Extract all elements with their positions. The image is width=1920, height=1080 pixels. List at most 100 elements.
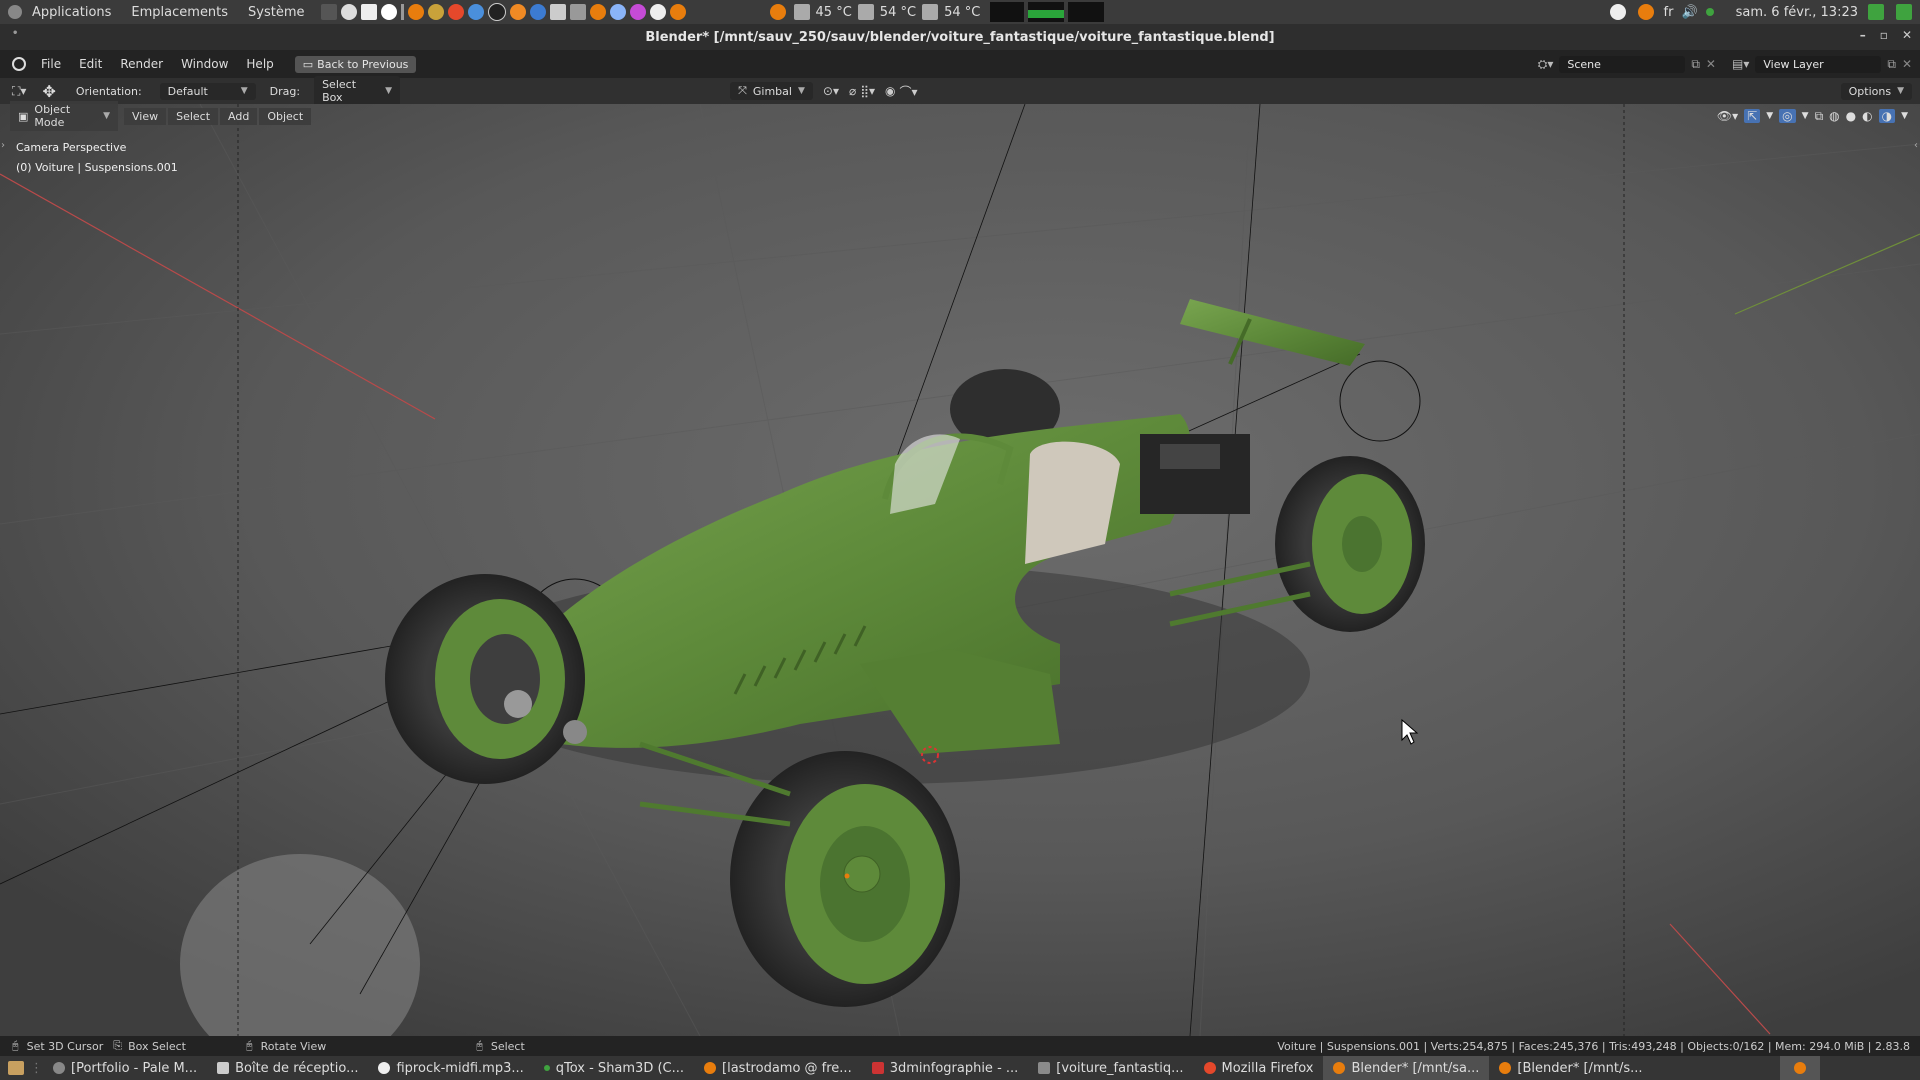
task-blender-active[interactable]: Blender* [/mnt/sa... xyxy=(1323,1056,1490,1080)
new-view-layer-icon[interactable]: ⧉ xyxy=(1887,57,1896,72)
snap-target-icon[interactable]: ⣿▾ xyxy=(860,84,875,98)
material-shading-icon[interactable]: ◐ xyxy=(1862,109,1872,123)
task-label: 3dminfographie - ... xyxy=(889,1060,1019,1076)
pirate-icon[interactable] xyxy=(649,4,666,20)
inkscape-icon[interactable] xyxy=(487,3,506,21)
view-menu[interactable]: View xyxy=(124,107,167,125)
scene-icon[interactable]: ⛭▾ xyxy=(1538,57,1554,72)
task-mail[interactable]: Boîte de réceptio... xyxy=(207,1056,368,1080)
disc-icon[interactable] xyxy=(340,4,357,20)
menu-render[interactable]: Render xyxy=(111,57,172,71)
solid-shading-icon[interactable]: ● xyxy=(1846,109,1856,123)
close-button[interactable]: ✕ xyxy=(1902,28,1912,42)
chromium-icon[interactable] xyxy=(467,4,484,20)
firefox-icon[interactable] xyxy=(447,4,464,20)
menu-icon[interactable] xyxy=(400,4,404,20)
transform-orientation-dropdown[interactable]: ⤧ Gimbal ▼ xyxy=(730,82,813,100)
pin-icon[interactable]: • xyxy=(12,28,18,39)
distro-icon[interactable] xyxy=(8,5,22,19)
vlc-icon[interactable] xyxy=(509,4,526,20)
blender-icon[interactable] xyxy=(407,4,424,20)
options-dropdown[interactable]: Options ▼ xyxy=(1840,82,1912,100)
settings-icon[interactable] xyxy=(609,4,626,20)
blender-tray-icon[interactable] xyxy=(1637,4,1654,20)
editor-type-icon[interactable]: ⛶▾ xyxy=(12,84,26,99)
back-to-previous-button[interactable]: ▭ Back to Previous xyxy=(294,55,417,73)
chevron-down-icon[interactable]: ▼ xyxy=(1802,111,1809,121)
task-blender-2[interactable]: [Blender* [/mnt/s... xyxy=(1489,1056,1652,1080)
snap-icon[interactable]: ⌀ xyxy=(849,84,856,98)
wireframe-shading-icon[interactable]: ◍ xyxy=(1829,109,1839,123)
xray-icon[interactable]: ⧉ xyxy=(1815,109,1824,124)
krita-icon[interactable] xyxy=(529,4,546,20)
keyboard-layout[interactable]: fr xyxy=(1664,5,1674,20)
print-icon[interactable] xyxy=(569,4,586,20)
orientation-dropdown[interactable]: Default ▼ xyxy=(159,82,256,100)
task-filezilla[interactable]: 3dminfographie - ... xyxy=(862,1056,1029,1080)
launcher-icons[interactable] xyxy=(319,3,688,21)
object-mode-dropdown[interactable]: ▣ Object Mode ▼ xyxy=(10,101,118,131)
blender-4-icon[interactable] xyxy=(769,4,786,20)
toolbar-toggle-icon[interactable]: › xyxy=(1,140,5,151)
task-qtox[interactable]: qTox - Sham3D (C... xyxy=(534,1056,694,1080)
visibility-icon[interactable]: 👁▾ xyxy=(1717,109,1738,123)
move-tool-icon[interactable]: ✥ xyxy=(42,82,55,101)
clock[interactable]: sam. 6 févr., 13:23 xyxy=(1736,5,1858,20)
remove-view-layer-icon[interactable]: ✕ xyxy=(1902,57,1912,71)
files-icon[interactable] xyxy=(360,4,377,20)
palette-icon[interactable] xyxy=(629,4,646,20)
chevron-down-icon[interactable]: ▼ xyxy=(1901,111,1908,121)
object-mode-label: Object Mode xyxy=(34,103,71,129)
blender-2-icon[interactable] xyxy=(589,4,606,20)
view-layer-icon[interactable]: ▤▾ xyxy=(1732,57,1749,71)
mail-icon[interactable] xyxy=(549,4,566,20)
menu-window[interactable]: Window xyxy=(172,57,237,71)
rendered-shading-icon[interactable]: ◑ xyxy=(1878,109,1896,123)
blender-logo-icon[interactable] xyxy=(12,57,26,71)
overlays-icon[interactable]: ◎ xyxy=(1779,109,1796,123)
power-icon[interactable] xyxy=(1896,4,1912,20)
maximize-button[interactable]: ▫ xyxy=(1880,28,1888,42)
new-scene-icon[interactable]: ⧉ xyxy=(1691,57,1700,72)
3d-viewport[interactable]: › ‹ xyxy=(0,104,1920,1036)
terminal-icon[interactable] xyxy=(320,4,337,20)
view-layer-field[interactable]: View Layer xyxy=(1755,55,1882,73)
blender-tray-icon[interactable] xyxy=(1780,1056,1820,1080)
task-irc[interactable]: [lastrodamo @ fre... xyxy=(694,1056,862,1080)
chevron-down-icon[interactable]: ▼ xyxy=(1766,111,1773,121)
drag-dropdown[interactable]: Select Box ▼ xyxy=(314,76,401,106)
blender-3-icon[interactable] xyxy=(669,4,686,20)
menu-applications[interactable]: Applications xyxy=(22,5,121,20)
task-audio[interactable]: fiprock-midfi.mp3... xyxy=(368,1056,533,1080)
window-title-bar[interactable]: Blender* [/mnt/sauv_250/sauv/blender/voi… xyxy=(0,24,1920,50)
gimp-icon[interactable] xyxy=(427,4,444,20)
scene-field[interactable]: Scene xyxy=(1559,55,1686,73)
remove-scene-icon[interactable]: ✕ xyxy=(1706,57,1716,71)
select-menu[interactable]: Select xyxy=(168,107,219,125)
app-icon[interactable] xyxy=(380,4,397,20)
menu-systeme[interactable]: Système xyxy=(238,5,314,20)
network-status-icon[interactable] xyxy=(1705,8,1714,16)
menu-emplacements[interactable]: Emplacements xyxy=(121,5,238,20)
blender-icon xyxy=(1499,1062,1512,1074)
task-portfolio[interactable]: [Portfolio - Pale M... xyxy=(43,1056,207,1080)
menu-edit[interactable]: Edit xyxy=(70,57,111,71)
menu-file[interactable]: File xyxy=(32,57,70,71)
sidebar-toggle-icon[interactable]: ‹ xyxy=(1914,140,1918,151)
pivot-icon[interactable]: ⊙▾ xyxy=(823,84,839,98)
user-icon[interactable] xyxy=(1868,4,1884,20)
proportional-edit-icon[interactable]: ◉ xyxy=(885,84,895,98)
gizmo-icon[interactable]: ⇱ xyxy=(1744,109,1761,123)
task-firefox[interactable]: Mozilla Firefox xyxy=(1194,1056,1324,1080)
task-label: Boîte de réceptio... xyxy=(235,1060,359,1076)
volume-icon[interactable]: 🔊 xyxy=(1681,5,1697,20)
record-icon[interactable] xyxy=(1609,4,1626,20)
minimize-button[interactable]: – xyxy=(1860,28,1866,42)
show-desktop-icon[interactable] xyxy=(8,1061,24,1075)
task-folder[interactable]: [voiture_fantastiq... xyxy=(1028,1056,1193,1080)
object-menu[interactable]: Object xyxy=(259,107,312,125)
viewport-scene[interactable] xyxy=(0,104,1920,1036)
menu-help[interactable]: Help xyxy=(237,57,282,71)
falloff-icon[interactable]: ⌒▾ xyxy=(900,83,918,100)
add-menu[interactable]: Add xyxy=(220,107,258,125)
